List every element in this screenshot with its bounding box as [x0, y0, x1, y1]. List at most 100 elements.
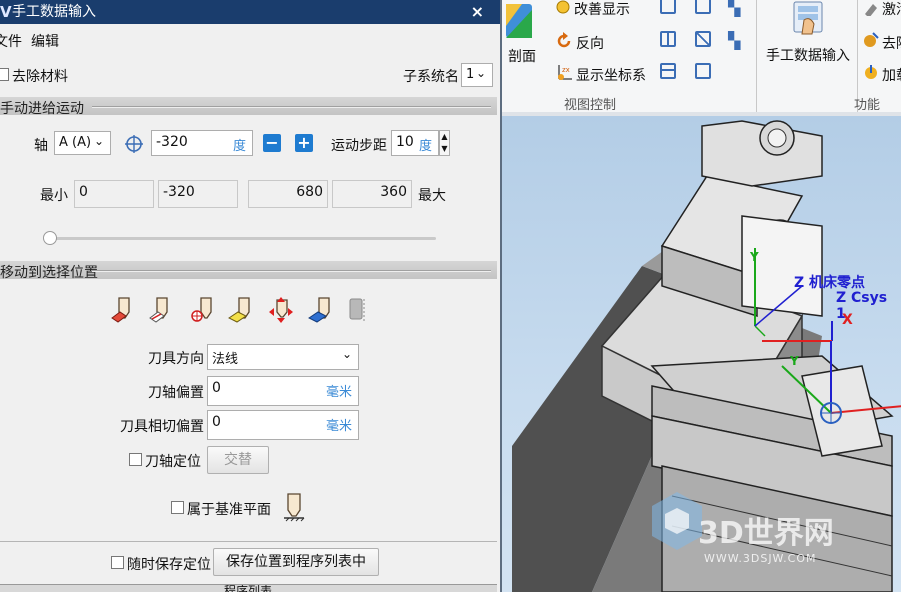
axis-value-input[interactable]: -320 度	[151, 130, 253, 156]
manual-input-icon[interactable]	[790, 0, 826, 38]
function-group-label: 功能	[854, 98, 881, 113]
subsystem-select[interactable]: 1 ⌄	[461, 63, 493, 87]
step-spinner[interactable]: ▲ ▼	[439, 130, 450, 156]
save-anytime-label: 随时保存定位	[127, 557, 211, 573]
dialog-title: 手工数据输入	[12, 4, 96, 20]
min-label: 最小	[40, 188, 68, 204]
app-icon: V	[0, 3, 12, 21]
step-input[interactable]: 10 度	[391, 130, 439, 156]
section-divider	[92, 270, 491, 272]
alternate-button[interactable]: 交替	[207, 446, 269, 474]
remove-material-checkbox[interactable]	[0, 68, 9, 81]
subsystem-value: 1	[466, 67, 475, 82]
tool-point-icon[interactable]	[110, 296, 136, 324]
chevron-down-icon: ⌄	[93, 134, 104, 148]
activate-icon[interactable]	[863, 0, 879, 16]
axis-offset-input[interactable]: 0 毫米	[207, 376, 359, 406]
axis-offset-label: 刀轴偏置	[148, 385, 204, 401]
remove-icon[interactable]	[863, 31, 879, 49]
tool-direction-select[interactable]: 法线 ⌄	[207, 344, 359, 370]
machine-zero-label: Z 机床零点	[794, 275, 866, 291]
view-cross-icon[interactable]	[695, 31, 711, 47]
view-control-group-label: 视图控制	[564, 98, 617, 113]
tile-view-icon[interactable]: ▚	[728, 32, 746, 50]
section-view-icon[interactable]	[504, 2, 534, 42]
remove-label[interactable]: 去除	[882, 33, 901, 53]
ribbon-separator	[756, 0, 757, 112]
range-current-field: -320	[158, 180, 238, 208]
reverse-icon[interactable]	[555, 32, 573, 50]
range-span-value: 680	[296, 184, 323, 200]
tool-plane-icon[interactable]	[228, 296, 254, 324]
range-min-field: 0	[74, 180, 154, 208]
load-label[interactable]: 加载	[882, 65, 901, 85]
manual-input-label[interactable]: 手工数据输入	[766, 45, 850, 65]
ribbon-toolbar: 剖面 改善显示 反向 zx 显示坐标系 ▚ ▚ 视图控制 手工数据输入 激活 去…	[500, 0, 901, 116]
tangent-offset-input[interactable]: 0 毫米	[207, 410, 359, 440]
step-unit: 度	[418, 139, 432, 154]
section-view-label[interactable]: 剖面	[508, 46, 536, 66]
tool-disabled-icon	[349, 298, 365, 321]
show-csys-label[interactable]: 显示坐标系	[576, 65, 646, 85]
datum-plane-icon[interactable]	[283, 492, 305, 522]
section-manual-feed-label: 手动进给运动	[0, 101, 84, 117]
axis-slider-thumb[interactable]	[43, 231, 57, 245]
target-icon[interactable]	[124, 134, 144, 154]
step-label: 运动步距	[331, 138, 387, 154]
belongs-plane-checkbox[interactable]	[171, 501, 184, 514]
axis-slider-track[interactable]	[48, 237, 436, 240]
tool-direction-label: 刀具方向	[148, 351, 204, 367]
section-move-to-position[interactable]: 移动到选择位置	[0, 261, 497, 281]
program-list-section[interactable]: 程序列表	[0, 584, 497, 592]
3d-viewport[interactable]: Z 机床零点 Z Csys 1 X Y Y 3D世界网 WWW.3DSJW.CO…	[500, 116, 901, 592]
belongs-plane-label: 属于基准平面	[187, 502, 271, 518]
tool-surface-icon[interactable]	[308, 296, 334, 324]
increment-button[interactable]: +	[295, 134, 313, 152]
axis-locate-checkbox[interactable]	[129, 453, 142, 466]
step-value: 10	[396, 134, 414, 150]
improve-display-label[interactable]: 改善显示	[574, 0, 630, 19]
view-grid-icon[interactable]	[695, 63, 711, 79]
y-axis-label: Y	[750, 250, 759, 264]
save-anytime-checkbox[interactable]	[111, 556, 124, 569]
view-stack-icon[interactable]	[660, 63, 676, 79]
view-split-icon[interactable]	[660, 31, 676, 47]
save-to-program-list-button[interactable]: 保存位置到程序列表中	[213, 548, 379, 576]
tangent-offset-label: 刀具相切偏置	[120, 419, 204, 435]
range-max-value: 360	[380, 184, 407, 200]
tool-direction-value: 法线	[212, 352, 239, 367]
divider	[0, 541, 497, 542]
watermark-url: WWW.3DSJW.COM	[704, 552, 817, 565]
subsystem-label: 子系统名	[403, 69, 459, 85]
range-max-field: 360	[332, 180, 412, 208]
manual-input-dialog: V 手工数据输入 × 文件 编辑 去除材料 子系统名 1 ⌄ 手动进给运动 轴 …	[0, 0, 500, 592]
activate-label[interactable]: 激活	[882, 0, 901, 19]
range-current-value: -320	[163, 184, 195, 200]
axis-input-text: -320	[156, 134, 188, 150]
tool-edge-icon[interactable]	[148, 296, 174, 324]
close-icon[interactable]: ×	[471, 1, 484, 23]
menubar: 文件 编辑	[0, 27, 500, 51]
multi-view-icon[interactable]: ▚	[728, 0, 746, 16]
zoom-icon[interactable]	[695, 0, 711, 14]
axis-select[interactable]: A (A) ⌄	[54, 131, 111, 155]
menu-file[interactable]: 文件	[0, 31, 22, 51]
axis-label: 轴	[34, 138, 48, 154]
reverse-label[interactable]: 反向	[576, 33, 604, 53]
tool-move-icon[interactable]	[268, 296, 294, 324]
tool-center-icon[interactable]	[190, 296, 216, 324]
y-axis-label-2: Y	[790, 354, 799, 368]
csys-icon[interactable]: zx	[555, 63, 573, 83]
view-box-icon[interactable]	[660, 0, 676, 14]
improve-display-icon[interactable]	[555, 0, 571, 16]
decrement-button[interactable]: −	[263, 134, 281, 152]
remove-material-label: 去除材料	[12, 69, 68, 85]
menu-edit[interactable]: 编辑	[31, 31, 59, 51]
watermark-text: 3D世界网	[698, 516, 834, 551]
dialog-titlebar[interactable]: V 手工数据输入 ×	[0, 0, 500, 24]
program-list-label: 程序列表	[224, 584, 273, 592]
section-manual-feed[interactable]: 手动进给运动	[0, 97, 497, 117]
load-icon[interactable]	[863, 63, 879, 81]
axis-value: A (A)	[59, 135, 92, 150]
max-label: 最大	[418, 188, 446, 204]
